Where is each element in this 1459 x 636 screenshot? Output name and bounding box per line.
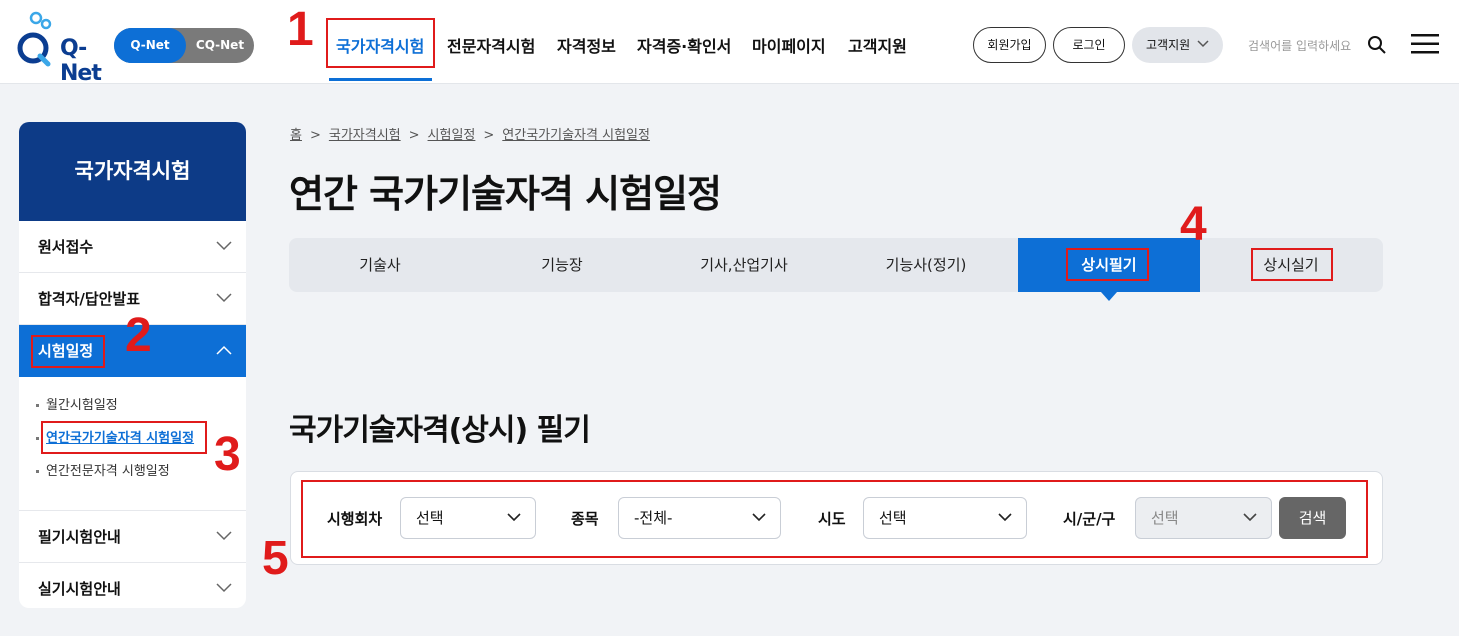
logo-text: Q-Net: [60, 36, 102, 86]
sidebar-item-practical-guide[interactable]: 실기시험안내: [19, 563, 246, 608]
exam-type-tabs: 기술사 기능장 기사,산업기사 기능사(정기) 상시필기 상시실기: [289, 238, 1383, 292]
sidebar-item-label: 필기시험안내: [38, 528, 121, 546]
annotation-box-4a: [1066, 248, 1149, 281]
annotation-number-5: 5: [262, 532, 289, 585]
chevron-down-icon: [216, 293, 232, 303]
submenu-label: 연간전문자격 시행일정: [46, 464, 170, 479]
nav-support[interactable]: 고객지원: [848, 33, 907, 57]
chevron-down-icon: [216, 531, 232, 541]
tab-engineer[interactable]: 기사,산업기사: [653, 238, 835, 292]
sidebar-item-application[interactable]: 원서접수: [19, 221, 246, 273]
nav-professional-exam[interactable]: 전문자격시험: [447, 33, 535, 57]
chevron-down-icon: [216, 583, 232, 593]
logo-icon: [17, 11, 52, 67]
tab-craftsman-regular[interactable]: 기능사(정기): [835, 238, 1017, 292]
chevron-down-icon: [1197, 40, 1209, 48]
support-dropdown[interactable]: 고객지원: [1132, 27, 1223, 63]
annotation-box-5: [301, 480, 1368, 558]
breadcrumb-separator: >: [309, 128, 321, 143]
chevron-up-icon: [216, 345, 232, 355]
login-button[interactable]: 로그인: [1053, 27, 1125, 63]
chevron-down-icon: [216, 241, 232, 251]
nav-certificate[interactable]: 자격증·확인서: [637, 33, 731, 57]
site-header: Q-Net Q-Net CQ-Net 국가자격시험 전문자격시험 자격정보 자격…: [0, 0, 1459, 86]
annotation-number-2: 2: [125, 309, 152, 362]
search-icon[interactable]: [1367, 35, 1387, 55]
breadcrumb-separator: >: [483, 128, 495, 143]
sidebar-item-label: 실기시험안내: [38, 580, 121, 598]
page-title: 연간 국가기술자격 시험일정: [289, 172, 722, 216]
nav-active-underline: [329, 78, 432, 81]
section-title: 국가기술자격(상시) 필기: [289, 413, 591, 448]
sidebar-item-written-guide[interactable]: 필기시험안내: [19, 511, 246, 563]
search-input[interactable]: 검색어를 입력하세요: [1248, 37, 1351, 54]
annotation-number-4: 4: [1180, 198, 1207, 251]
sidebar-item-label: 합격자/답안발표: [38, 290, 141, 308]
site-toggle[interactable]: Q-Net CQ-Net: [114, 28, 254, 63]
annotation-box-1: [326, 18, 435, 68]
toggle-qnet[interactable]: Q-Net: [114, 28, 186, 63]
annotation-number-3: 3: [214, 428, 241, 481]
sidebar-item-label: 원서접수: [38, 238, 94, 256]
support-label: 고객지원: [1146, 38, 1191, 52]
breadcrumb: 홈 > 국가자격시험 > 시험일정 > 연간국가기술자격 시험일정: [290, 124, 650, 143]
signup-button[interactable]: 회원가입: [973, 27, 1046, 63]
tab-professional-engineer[interactable]: 기술사: [289, 238, 471, 292]
submenu-label: 월간시험일정: [46, 398, 118, 413]
nav-qualification-info[interactable]: 자격정보: [557, 33, 616, 57]
annotation-box-4b: [1251, 248, 1333, 281]
annotation-box-2: [31, 335, 105, 368]
breadcrumb-national-exam[interactable]: 국가자격시험: [329, 128, 401, 143]
bullet-icon: [36, 470, 39, 473]
annotation-box-3: [41, 421, 207, 454]
breadcrumb-schedule[interactable]: 시험일정: [428, 128, 476, 143]
toggle-cqnet[interactable]: CQ-Net: [186, 28, 254, 63]
bullet-icon: [36, 437, 39, 440]
breadcrumb-home[interactable]: 홈: [290, 128, 302, 143]
annotation-number-1: 1: [287, 3, 314, 56]
nav-mypage[interactable]: 마이페이지: [752, 33, 826, 57]
sidebar-title: 국가자격시험: [19, 122, 246, 221]
tab-master-craftsman[interactable]: 기능장: [471, 238, 653, 292]
qnet-logo[interactable]: Q-Net: [16, 10, 106, 86]
breadcrumb-current[interactable]: 연간국가기술자격 시험일정: [502, 128, 650, 143]
breadcrumb-separator: >: [408, 128, 420, 143]
hamburger-menu-icon[interactable]: [1411, 33, 1439, 55]
bullet-icon: [36, 404, 39, 407]
active-tab-pointer: [1101, 292, 1117, 301]
